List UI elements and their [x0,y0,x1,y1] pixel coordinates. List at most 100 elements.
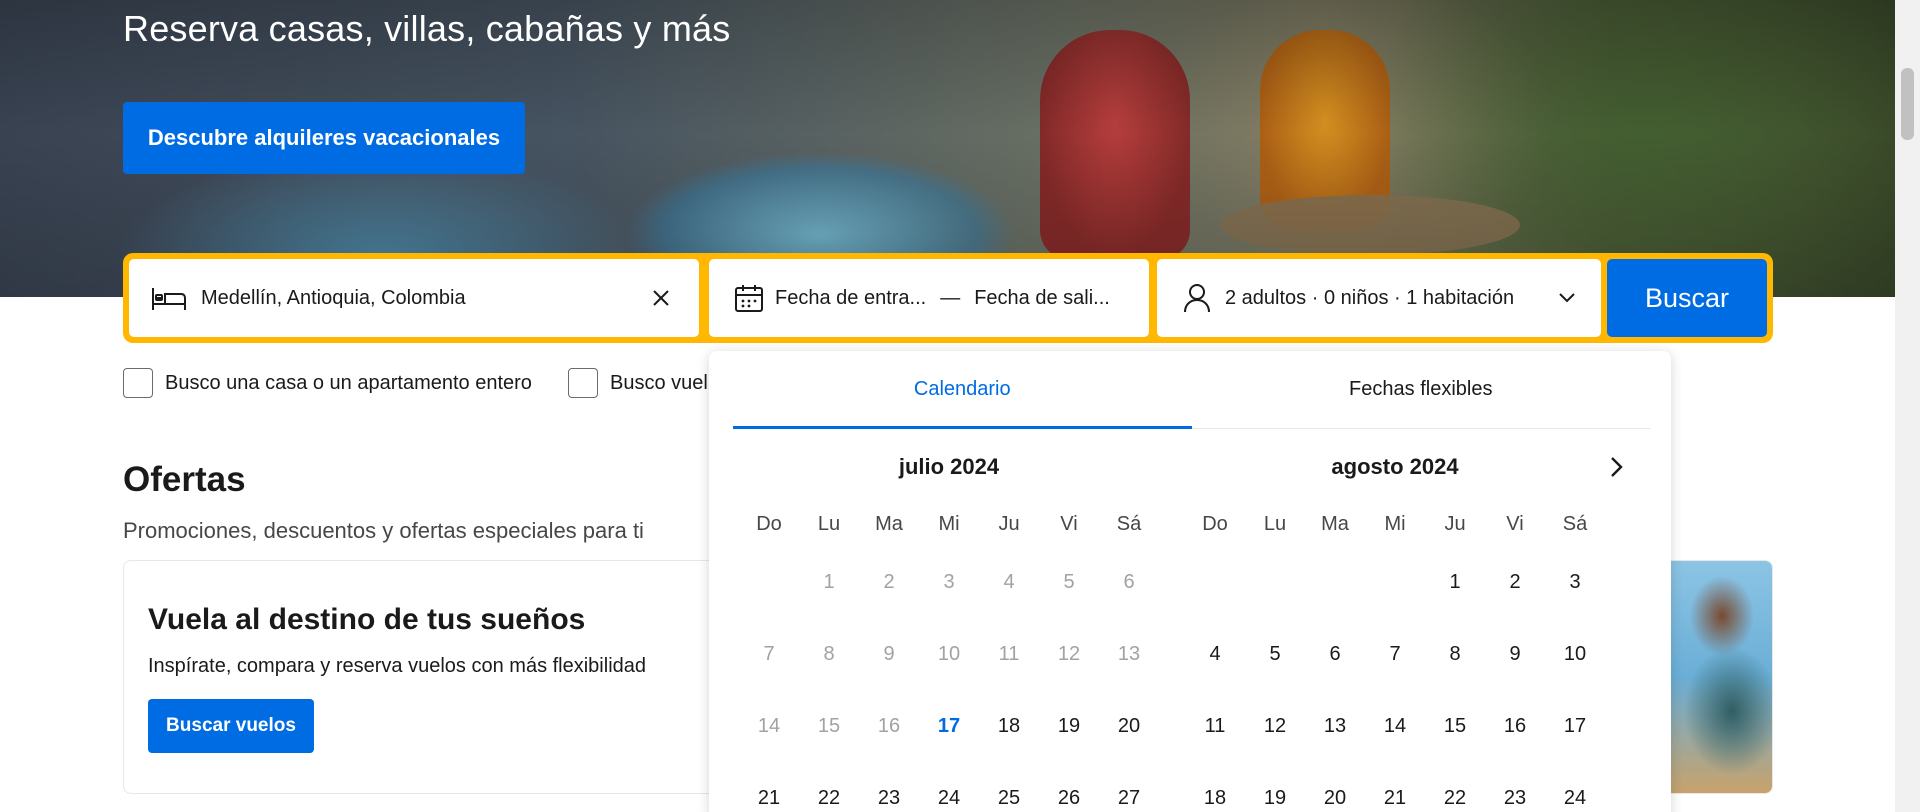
close-icon[interactable] [641,278,681,318]
empty-day [1305,557,1365,629]
calendar-day[interactable]: 4 [979,557,1039,629]
calendar-day[interactable]: 9 [859,629,919,701]
scrollbar-thumb[interactable] [1901,68,1914,140]
date-picker-tabs: Calendario Fechas flexibles [733,351,1650,429]
whole-home-checkbox[interactable]: Busco una casa o un apartamento entero [123,368,532,398]
empty-day [1365,557,1425,629]
calendar-day[interactable]: 3 [919,557,979,629]
search-bar: Medellín, Antioquia, Colombia Fecha de e… [123,253,1773,343]
weekday-label: Lu [817,513,841,535]
hero-title: Reserva casas, villas, cabañas y más [123,8,731,49]
offers-title: Ofertas [123,460,246,499]
calendar-day[interactable]: 8 [1425,629,1485,701]
calendar-day[interactable]: 9 [1485,629,1545,701]
calendar-day[interactable]: 22 [799,773,859,812]
calendar-day[interactable]: 21 [1365,773,1425,812]
calendar-day[interactable]: 2 [1485,557,1545,629]
calendar-day[interactable]: 2 [859,557,919,629]
page: Reserva casas, villas, cabañas y más Des… [0,0,1920,812]
empty-day [1185,557,1245,629]
checkbox-label: Busco vuel [610,371,708,394]
page-scrollbar[interactable] [1895,0,1920,812]
weekday-label: Mi [938,513,960,535]
calendar-day[interactable]: 18 [1185,773,1245,812]
checkbox[interactable] [568,368,598,398]
weekday-label: Ma [875,513,903,535]
weekday-label: Ju [998,513,1020,535]
calendar-day[interactable]: 23 [1485,773,1545,812]
calendar-day[interactable]: 27 [1099,773,1159,812]
calendar-day[interactable]: 1 [1425,557,1485,629]
calendar-day[interactable]: 15 [799,701,859,773]
search-button[interactable]: Buscar [1607,259,1767,337]
calendar-day[interactable]: 26 [1039,773,1099,812]
calendar-day[interactable]: 22 [1425,773,1485,812]
month-title: agosto 2024 [1331,454,1459,479]
calendar-day[interactable]: 11 [979,629,1039,701]
calendar-day[interactable]: 5 [1245,629,1305,701]
calendar-day[interactable]: 25 [979,773,1039,812]
calendar-day[interactable]: 14 [1365,701,1425,773]
calendar-day[interactable]: 1 [799,557,859,629]
calendar-day[interactable]: 18 [979,701,1039,773]
date-picker-dropdown: Calendario Fechas flexibles julio 2024 D… [709,351,1671,812]
discover-rentals-button[interactable]: Descubre alquileres vacacionales [123,102,525,174]
destination-field[interactable]: Medellín, Antioquia, Colombia [129,259,699,337]
calendar-day[interactable]: 12 [1039,629,1099,701]
day-grid: 1 2 3 4 5 6 7 8 9 10 11 12 13 14 15 16 17 18 19 20 21 22 23 24 [1185,557,1605,812]
calendar-day[interactable]: 6 [1099,557,1159,629]
month-august: agosto 2024 Do Lu Ma Mi Ju Vi Sá 1234567… [1185,447,1605,812]
weekday-label: Vi [1506,513,1524,535]
offers-subtitle: Promociones, descuentos y ofertas especi… [123,518,644,543]
calendar-day[interactable]: 7 [739,629,799,701]
chevron-down-icon[interactable] [1547,278,1587,318]
dates-field[interactable]: Fecha de entra... — Fecha de sali... [709,259,1149,337]
calendar-day[interactable]: 23 [859,773,919,812]
destination-input[interactable]: Medellín, Antioquia, Colombia [201,287,466,310]
weekday-header: Do Lu Ma Mi Ju Vi Sá [1185,513,1605,543]
calendar-day[interactable]: 17 [1545,701,1605,773]
tab-flexible-dates[interactable]: Fechas flexibles [1192,351,1651,428]
tab-calendar[interactable]: Calendario [733,351,1192,429]
guests-summary[interactable]: 2 adultos · 0 niños · 1 habitación [1225,287,1514,310]
calendar-day[interactable]: 4 [1185,629,1245,701]
calendar-day[interactable]: 20 [1305,773,1365,812]
calendar-day[interactable]: 24 [919,773,979,812]
calendar-day[interactable]: 13 [1305,701,1365,773]
month-title: julio 2024 [898,454,1000,479]
bed-icon [149,278,189,318]
calendar-day[interactable]: 6 [1305,629,1365,701]
calendar-day[interactable]: 5 [1039,557,1099,629]
calendar-day[interactable]: 10 [1545,629,1605,701]
empty-day [739,557,799,629]
calendar-day[interactable]: 3 [1545,557,1605,629]
calendar-day[interactable]: 19 [1245,773,1305,812]
checkbox[interactable] [123,368,153,398]
calendar-day[interactable]: 14 [739,701,799,773]
weekday-label: Do [1202,513,1228,535]
calendar-day[interactable]: 20 [1099,701,1159,773]
calendar-day[interactable]: 16 [859,701,919,773]
checkin-date[interactable]: Fecha de entra... [775,287,926,310]
checkbox-label: Busco una casa o un apartamento entero [165,371,532,394]
calendar-day[interactable]: 16 [1485,701,1545,773]
calendar-day[interactable]: 21 [739,773,799,812]
calendar-day[interactable]: 10 [919,629,979,701]
checkout-date[interactable]: Fecha de sali... [974,287,1110,310]
weekday-label: Mi [1384,513,1406,535]
calendar-day[interactable]: 24 [1545,773,1605,812]
guests-field[interactable]: 2 adultos · 0 niños · 1 habitación [1157,259,1601,337]
flights-checkbox[interactable]: Busco vuel [568,368,708,398]
calendar-day[interactable]: 15 [1425,701,1485,773]
empty-day [1245,557,1305,629]
calendar-day[interactable]: 19 [1039,701,1099,773]
calendar-day[interactable]: 8 [799,629,859,701]
calendar-day[interactable]: 11 [1185,701,1245,773]
search-flights-button[interactable]: Buscar vuelos [148,699,314,753]
chevron-right-icon[interactable] [1601,451,1633,483]
calendar-day[interactable]: 13 [1099,629,1159,701]
calendar-day[interactable]: 12 [1245,701,1305,773]
weekday-label: Lu [1263,513,1287,535]
calendar-day[interactable]: 17 [919,701,979,773]
calendar-day[interactable]: 7 [1365,629,1425,701]
